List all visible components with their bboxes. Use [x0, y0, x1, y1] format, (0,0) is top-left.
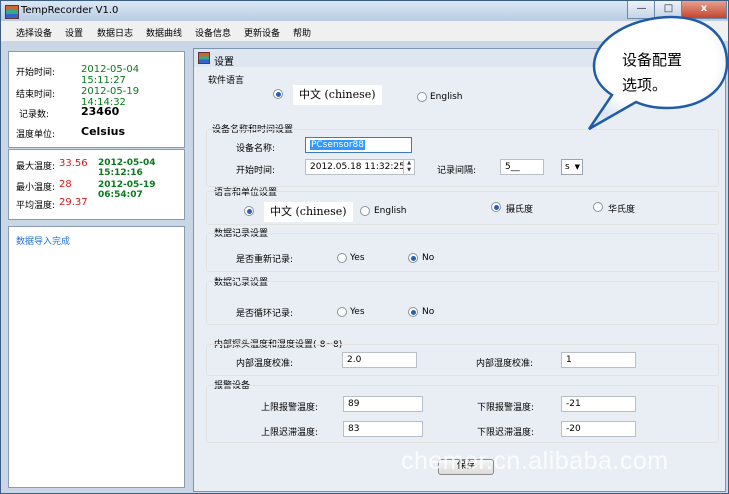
settings-title: 设置 [214, 57, 234, 68]
record-count-value: 23460 [81, 105, 120, 118]
start-time-setting-value: 2012.05.18 11:32:25 [310, 162, 405, 172]
record-restart-yes-radio[interactable] [337, 253, 347, 263]
start-time-setting-label: 开始时间: [236, 166, 276, 176]
upper-alarm-field[interactable]: 89 [343, 396, 423, 412]
record-restart-no-label: No [422, 253, 435, 263]
start-time-picker[interactable]: 2012.05.18 11:32:25 ▲ ▼ [305, 159, 415, 175]
record-restart-yes-label: Yes [350, 253, 365, 263]
software-lang-english-label: English [430, 92, 463, 102]
temp-calibration-label: 内部温度校准: [236, 359, 294, 369]
menu-select-device[interactable]: 选择设备 [16, 26, 52, 39]
lower-delay-label: 下限迟滞温度: [477, 428, 535, 438]
interval-unit-value: s [565, 162, 570, 172]
summary-panel: 开始时间: 2012-05-04 15:11:27 结束时间: 2012-05-… [8, 51, 185, 148]
record-loop-yes-label: Yes [350, 307, 365, 317]
temp-calibration-field[interactable]: 2.0 [342, 352, 417, 368]
stats-panel: 最大温度: 33.56 2012-05-04 15:12:16 最小温度: 28… [8, 149, 185, 220]
menu-data-log[interactable]: 数据日志 [97, 26, 133, 39]
settings-window-icon [198, 52, 210, 64]
menu-update-device[interactable]: 更新设备 [244, 26, 280, 39]
menu-device-info[interactable]: 设备信息 [195, 26, 231, 39]
max-temp-time: 2012-05-04 15:12:16 [98, 158, 156, 178]
upper-delay-field[interactable]: 83 [343, 421, 423, 437]
callout-line-1: 设备配置 [622, 51, 683, 69]
window-title: TempRecorder V1.0 [21, 5, 119, 16]
record-loop-yes-radio[interactable] [337, 307, 347, 317]
record-count-label: 记录数: [19, 110, 50, 120]
record-restart-no-radio[interactable] [408, 253, 418, 263]
humidity-calibration-field[interactable]: 1 [561, 352, 636, 368]
start-time-label: 开始时间: [16, 68, 56, 78]
max-temp-label: 最大温度: [16, 162, 56, 172]
fahrenheit-radio[interactable] [593, 202, 603, 212]
software-lang-chinese-label: 中文 (chinese) [293, 85, 382, 105]
record-loop-no-radio[interactable] [408, 307, 418, 317]
min-temp-time: 2012-05-19 06:54:07 [98, 180, 156, 200]
avg-temp-value: 29.37 [59, 197, 88, 208]
watermark-text: chemer.cn.alibaba.com [401, 447, 669, 475]
lower-alarm-field[interactable]: -21 [561, 396, 636, 412]
unit-lang-english-radio[interactable] [360, 206, 370, 216]
upper-delay-label: 上限迟滞温度: [261, 428, 319, 438]
record-loop-no-label: No [422, 307, 435, 317]
chevron-down-icon: ▼ [574, 163, 580, 171]
humidity-calibration-label: 内部湿度校准: [476, 359, 534, 369]
unit-lang-chinese-radio[interactable] [244, 206, 254, 216]
unit-lang-chinese-label: 中文 (chinese) [264, 202, 353, 222]
callout-text: 设备配置 选项。 [622, 48, 682, 98]
log-panel[interactable]: 数据导入完成 [8, 226, 185, 488]
unit-lang-english-label: English [374, 206, 407, 216]
interval-unit-dropdown[interactable]: s ▼ [561, 159, 583, 175]
avg-temp-label: 平均温度: [16, 201, 56, 211]
software-language-label: 软件语言 [208, 76, 245, 86]
log-message: 数据导入完成 [16, 237, 71, 247]
menu-data-curve[interactable]: 数据曲线 [146, 26, 182, 39]
software-lang-chinese-radio[interactable] [273, 89, 283, 99]
temp-unit-label: 温度单位: [16, 130, 56, 140]
device-name-value: PCsensor88 [310, 140, 365, 150]
time-spin-arrows-icon[interactable]: ▲ ▼ [403, 160, 414, 174]
end-time-label: 结束时间: [16, 90, 56, 100]
lower-alarm-label: 下限报警温度: [477, 403, 535, 413]
temp-unit-value: Celsius [81, 125, 125, 138]
record-loop-question: 是否循环记录: [236, 309, 294, 319]
start-time-value: 2012-05-04 15:11:27 [81, 64, 140, 86]
celsius-radio[interactable] [491, 202, 501, 212]
lower-delay-field[interactable]: -20 [561, 421, 636, 437]
app-window: TempRecorder V1.0 — □ x 选择设备 设置 数据日志 数据曲… [0, 0, 729, 494]
menu-help[interactable]: 帮助 [293, 26, 311, 39]
min-temp-label: 最小温度: [16, 183, 56, 193]
min-temp-value: 28 [59, 179, 72, 190]
app-logo-icon [5, 5, 19, 19]
menu-settings[interactable]: 设置 [65, 26, 83, 39]
callout-line-2: 选项。 [622, 76, 668, 94]
max-temp-value: 33.56 [59, 158, 88, 169]
record-restart-question: 是否重新记录: [236, 255, 294, 265]
celsius-label: 摄氏度 [506, 205, 534, 215]
upper-alarm-label: 上限报警温度: [261, 403, 319, 413]
device-name-label: 设备名称: [236, 144, 276, 154]
fahrenheit-label: 华氏度 [608, 205, 636, 215]
interval-field[interactable]: 5__ [500, 159, 544, 175]
device-name-field[interactable]: PCsensor88 [305, 137, 412, 153]
software-lang-english-radio[interactable] [417, 92, 427, 102]
interval-label: 记录间隔: [437, 166, 477, 176]
